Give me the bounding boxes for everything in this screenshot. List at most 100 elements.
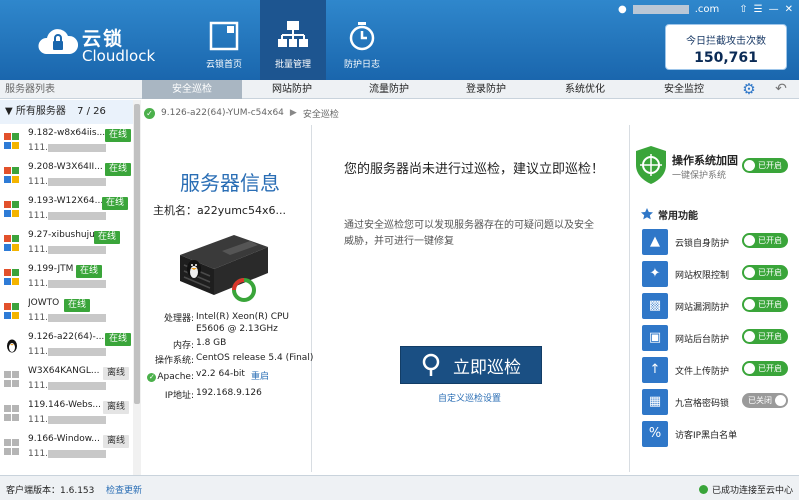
nav-batch-manage[interactable]: 批量管理 [260, 0, 326, 80]
function-item[interactable]: ▲ 云锁自身防护 已开启 [642, 227, 799, 255]
back-arrow-icon[interactable]: ↶ [770, 81, 792, 98]
server-ip-prefix: 111. [28, 347, 49, 357]
menu-icon[interactable]: ☰ [754, 4, 763, 15]
windows-logo-icon [4, 269, 20, 285]
attack-counter: 今日拦截攻击次数 150,761 [665, 24, 787, 70]
server-ip-masked [48, 177, 107, 186]
server-ip-masked [48, 279, 107, 288]
close-icon[interactable]: ✕ [785, 4, 793, 15]
function-toggle[interactable]: 已关闭 [742, 393, 788, 408]
server-list-item[interactable]: 9.199-JTM 111. 在线 [0, 260, 140, 294]
common-functions-heading: 常用功能 [640, 207, 698, 222]
server-ip-prefix: 111. [28, 449, 49, 459]
server-list-item[interactable]: 9.166-Window... 111. 离线 [0, 430, 140, 464]
grid-lock-icon: ▦ [642, 389, 668, 415]
function-item[interactable]: ✦ 网站权限控制 已开启 [642, 259, 799, 287]
server-list-item[interactable]: 9.193-W12X64... 111. 在线 [0, 192, 140, 226]
hostname: 主机名：a22yumc54x6... [153, 202, 286, 218]
server-ip-prefix: 111. [28, 211, 49, 221]
scan-message: 您的服务器尚未进行过巡检，建议立即巡检！ [344, 162, 605, 177]
function-label: 文件上传防护 [675, 367, 730, 377]
function-toggle[interactable]: 已开启 [742, 265, 788, 280]
scan-now-button[interactable]: 立即巡检 [400, 346, 542, 384]
spec-memory-value: 1.8 GB [196, 338, 227, 348]
upgrade-icon[interactable]: ⇧ [739, 4, 747, 15]
tab-system-optimize[interactable]: 系统优化 [535, 80, 635, 99]
function-toggle[interactable]: 已开启 [742, 233, 788, 248]
os-harden-subtitle: 一键保护系统 [672, 171, 727, 181]
function-toggle-label: 已开启 [758, 268, 782, 277]
gear-icon[interactable]: ⚙ [738, 81, 760, 98]
server-ip: 111. [28, 143, 107, 153]
user-icon: ● [617, 3, 627, 15]
server-ip-masked [48, 381, 107, 390]
restart-link[interactable]: 重启 [251, 372, 269, 382]
server-name: 9.166-Window... [28, 434, 100, 444]
function-label: 网站漏洞防护 [675, 303, 730, 313]
windows-logo-icon [4, 201, 20, 217]
spec-memory: 内存: 1.8 GB [146, 338, 226, 351]
tab-security-monitor[interactable]: 安全监控 [634, 80, 734, 99]
server-name: 9.182-w8x64iis... [28, 128, 106, 138]
upload-icon: ↑ [642, 357, 668, 383]
client-version: 客户端版本：1.6.153 [6, 483, 94, 496]
windows-logo-icon [4, 371, 20, 387]
cloud-shield-icon: ▲ [642, 229, 668, 255]
connection-status: 已成功连接至云中心 [698, 483, 793, 496]
function-toggle[interactable]: 已开启 [742, 297, 788, 312]
function-item[interactable]: ↑ 文件上传防护 已开启 [642, 355, 799, 383]
server-ip: 111. [28, 415, 107, 425]
tab-traffic-protection[interactable]: 流量防护 [339, 80, 439, 99]
server-ip-masked [48, 415, 107, 424]
server-list-item[interactable]: 119.146-Webs... 111. 离线 [0, 396, 140, 430]
server-ip-masked [48, 347, 107, 356]
tab-login-protection[interactable]: 登录防护 [436, 80, 536, 99]
server-list-item[interactable]: 9.208-W3X64II... 111. 在线 [0, 158, 140, 192]
nav-protect-log[interactable]: 防护日志 [329, 0, 395, 80]
server-group-all[interactable]: ▼ 所有服务器 7 / 26 [0, 100, 140, 124]
scrollbar-thumb[interactable] [134, 104, 140, 404]
nav-home[interactable]: 云锁首页 [191, 0, 257, 80]
function-item[interactable]: ▦ 九宫格密码锁 已关闭 [642, 387, 799, 415]
server-ip-masked [48, 211, 107, 220]
check-update-link[interactable]: 检查更新 [106, 483, 142, 496]
server-ip: 111. [28, 381, 107, 391]
function-label: 访客IP黑白名单 [675, 431, 738, 441]
server-list-item[interactable]: 9.27-xibushuju 111. 在线 [0, 226, 140, 260]
server-list-scrollbar[interactable] [133, 100, 141, 475]
protection-panel: 操作系统加固 一键保护系统 已开启 常用功能 ▲ 云锁自身防护 已开启 ✦ 网站权限控制… [630, 125, 799, 472]
function-toggle[interactable]: 已开启 [742, 329, 788, 344]
status-badge: 离线 [103, 367, 130, 380]
function-item[interactable]: % 访客IP黑白名单 [642, 419, 799, 447]
nav-home-label: 云锁首页 [205, 60, 242, 70]
server-list-item[interactable]: W3X64KANGL... 111. 离线 [0, 362, 140, 396]
server-list-item[interactable]: 9.182-w8x64iis... 111. 在线 [0, 124, 140, 158]
server-name: 119.146-Webs... [28, 400, 101, 410]
breadcrumb-server[interactable]: 9.126-a22(64)-YUM-c54x64 [161, 108, 284, 118]
collapse-triangle-icon[interactable]: ▼ [5, 106, 13, 117]
server-list-item[interactable]: 9.126-a22(64)-... 111. 在线 [0, 328, 140, 362]
spec-cpu-value: Intel(R) Xeon(R) CPU E5606 @ 2.13GHz [196, 312, 290, 334]
function-item[interactable]: ▩ 网站漏洞防护 已开启 [642, 291, 799, 319]
toggle-knob [744, 363, 755, 374]
function-toggle[interactable]: 已开启 [742, 361, 788, 376]
app-header: 云锁 Cloudlock 云锁首页 批量管理 防护日志 ● .com ⇧ ☰ —… [0, 0, 799, 80]
server-ip-prefix: 111. [28, 279, 49, 289]
custom-scan-settings-link[interactable]: 自定义巡检设置 [438, 391, 501, 404]
magnifier-icon [422, 353, 440, 376]
os-harden-toggle[interactable]: 已开启 [742, 158, 788, 173]
spec-memory-key: 内存: [172, 341, 194, 351]
server-name: W3X64KANGL... [28, 366, 100, 376]
status-badge: 在线 [105, 129, 132, 142]
backend-icon: ▣ [642, 325, 668, 351]
check-icon: ✓ [144, 107, 155, 119]
server-list-item[interactable]: JOWTO 111. 在线 [0, 294, 140, 328]
nav-protect-log-label: 防护日志 [343, 60, 380, 70]
tab-security-inspection[interactable]: 安全巡检 [142, 80, 242, 99]
os-harden-toggle-label: 已开启 [758, 161, 782, 170]
tab-website-protection[interactable]: 网站防护 [242, 80, 342, 99]
spec-os-value: CentOS release 5.4 (Final) [196, 353, 314, 363]
function-item[interactable]: ▣ 网站后台防护 已开启 [642, 323, 799, 351]
minimize-icon[interactable]: — [769, 4, 779, 15]
web-permission-icon: ✦ [642, 261, 668, 287]
